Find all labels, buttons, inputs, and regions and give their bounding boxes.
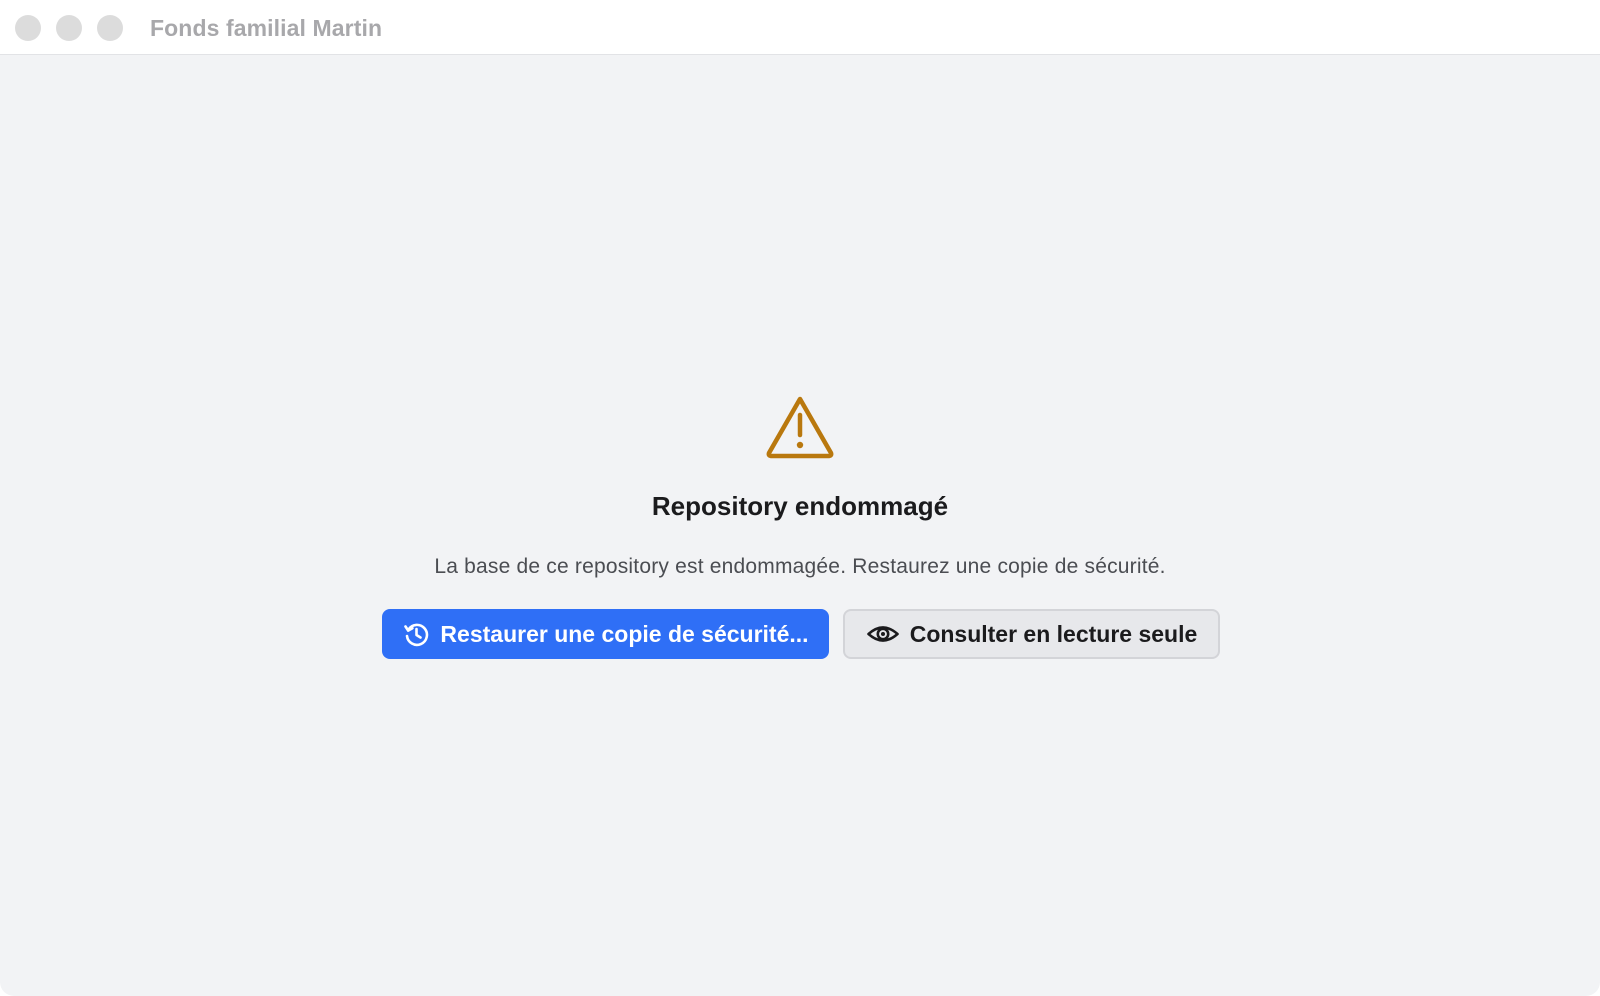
error-panel: Repository endommagé La base de ce repos…	[0, 55, 1600, 996]
minimize-window-button[interactable]	[56, 15, 82, 41]
read-only-label: Consulter en lecture seule	[909, 620, 1198, 647]
error-title: Repository endommagé	[651, 491, 949, 521]
warning-triangle-icon	[765, 395, 835, 459]
window-title: Fonds familial Martin	[150, 15, 383, 41]
zoom-window-button[interactable]	[97, 15, 123, 41]
eye-icon	[866, 617, 900, 651]
read-only-button[interactable]: Consulter en lecture seule	[843, 609, 1220, 659]
title-bar: Fonds familial Martin	[0, 0, 1600, 55]
restore-backup-button[interactable]: Restaurer une copie de sécurité...	[382, 609, 829, 659]
app-window: Fonds familial Martin Repository endomma…	[0, 0, 1600, 996]
error-message: La base de ce repository est endommagée.…	[434, 555, 1166, 578]
restore-backup-label: Restaurer une copie de sécurité...	[440, 620, 809, 647]
close-window-button[interactable]	[15, 15, 41, 41]
history-icon	[402, 620, 430, 648]
